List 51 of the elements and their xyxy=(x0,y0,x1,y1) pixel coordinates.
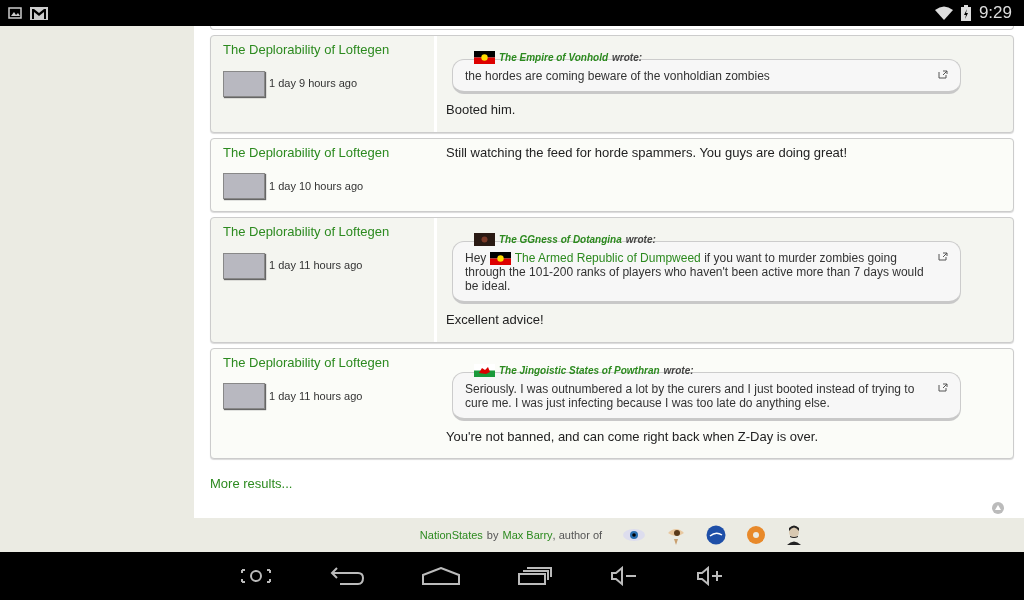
avatar-photo-placeholder xyxy=(223,252,265,279)
footer-link[interactable]: Max Barry xyxy=(502,526,553,544)
open-link-icon[interactable] xyxy=(938,70,948,79)
open-link-icon[interactable] xyxy=(938,382,948,392)
author-link[interactable]: The Deplorability of Loftegen xyxy=(223,222,422,242)
picture-icon xyxy=(8,7,22,19)
avatar-photo-placeholder xyxy=(223,70,265,97)
quoted-author-link[interactable]: The Empire of Vonhold xyxy=(499,50,609,65)
battery-icon xyxy=(960,5,971,21)
volume-up-icon[interactable] xyxy=(696,566,724,586)
post-text: Excellent advice! xyxy=(446,311,545,330)
open-link-icon[interactable] xyxy=(938,252,948,261)
footer-text: by xyxy=(486,527,499,543)
quoted-author-link[interactable]: The Jingoistic States of Powthran xyxy=(499,362,660,378)
clock: 9:29 xyxy=(978,2,1013,25)
footer-text: , author of xyxy=(552,527,603,543)
quote-text: the hordes are coming beware of the vonholdian zombies xyxy=(465,69,771,83)
eye-icon[interactable] xyxy=(622,527,647,543)
wrote-label: wrote: xyxy=(612,51,643,65)
back-icon[interactable] xyxy=(330,566,364,586)
quote-text: Seriously. I was outnumbered a lot by the curers and I just booted instead of trying to cure me. I was just infecting because I was too late do anything else. xyxy=(465,381,916,410)
volume-down-icon[interactable] xyxy=(610,566,638,586)
avatar-photo-placeholder xyxy=(223,383,265,410)
quoted-author-link[interactable]: The GGness of Dotangina xyxy=(499,232,622,247)
post-text: Booted him. xyxy=(446,101,517,119)
more-results-link[interactable]: More results... xyxy=(210,476,293,492)
screenshot-icon[interactable] xyxy=(240,568,272,584)
home-icon[interactable] xyxy=(422,567,460,585)
author-link[interactable]: The Deplorability of Loftegen xyxy=(223,142,422,162)
wrote-label: wrote: xyxy=(663,363,694,378)
post-time: 1 day 9 hours ago xyxy=(269,76,358,92)
wrote-label: wrote: xyxy=(625,233,656,247)
footer-link[interactable]: NationStates xyxy=(419,526,483,544)
recent-apps-icon[interactable] xyxy=(518,567,552,585)
flag-icon xyxy=(474,51,495,64)
nation-link[interactable]: The Armed Republic of Dumpweed xyxy=(514,251,701,265)
avatar-photo-placeholder xyxy=(223,173,265,199)
flag-icon xyxy=(474,233,495,246)
post-time: 1 day 11 hours ago xyxy=(269,258,363,274)
flag-icon xyxy=(489,252,511,266)
wifi-icon xyxy=(934,6,953,20)
mail-icon xyxy=(30,6,48,20)
post-time: 1 day 11 hours ago xyxy=(269,389,363,405)
post-time: 1 day 10 hours ago xyxy=(269,178,364,194)
post-text: You're not banned, and can come right back when Z-Day is over. xyxy=(446,427,819,446)
author-link[interactable]: The Deplorability of Loftegen xyxy=(223,40,422,60)
man-portrait-icon[interactable] xyxy=(786,525,803,545)
post-text: Still watching the feed for horde spammers. You guys are doing great! xyxy=(446,143,849,162)
quote-text: Hey The Armed Republic of Dumpweed if you want to murder zombies going through the 101-200 ranks of players who haven't been active more than 7 days would be ideal. xyxy=(465,251,925,294)
author-link[interactable]: The Deplorability of Loftegen xyxy=(223,352,422,373)
globe-icon[interactable] xyxy=(706,525,727,545)
